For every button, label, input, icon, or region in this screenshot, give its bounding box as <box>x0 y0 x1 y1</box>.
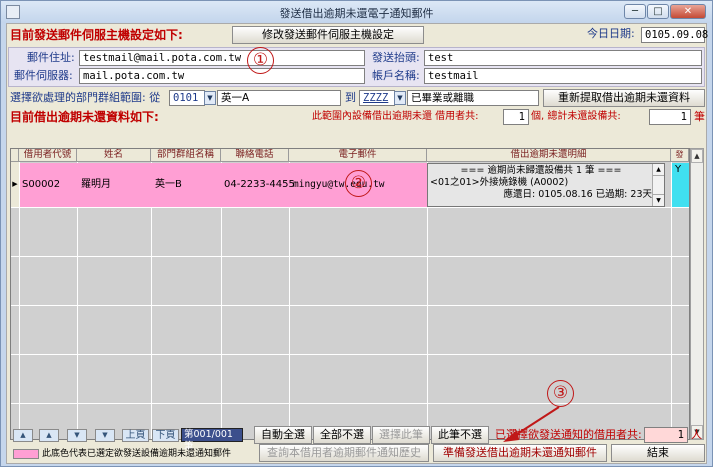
server-label: 郵件伺服器: <box>14 69 73 82</box>
window-title: 發送借出逾期未還電子通知郵件 <box>279 7 434 20</box>
server-field: mail.pota.com.tw <box>79 68 365 84</box>
minimize-button[interactable]: ─ <box>624 4 646 19</box>
cell-send: Y <box>675 164 682 175</box>
col-phone: 聯絡電話 <box>221 149 289 162</box>
skip-this-button[interactable]: 此筆不選 <box>431 426 489 444</box>
summary-prefix: 此範圍內設備借出逾期未還 借用者共: <box>312 111 479 122</box>
list-section-title: 目前借出逾期未還資料如下: <box>10 110 159 124</box>
from-dropdown-icon[interactable]: ▼ <box>204 91 216 105</box>
server-section-title: 目前發送郵件伺服主機設定如下: <box>10 28 183 42</box>
nav-last-button[interactable]: ▼ <box>95 429 115 442</box>
selected-count-field: 1 <box>644 427 688 443</box>
account-field: testmail <box>424 68 702 84</box>
deselect-all-button[interactable]: 全部不選 <box>313 426 371 444</box>
refresh-overdue-button[interactable]: 重新提取借出逾期未還資料 <box>543 89 705 107</box>
range-to-code[interactable]: ZZZZ <box>359 90 395 106</box>
range-label: 選擇欲處理的部門群組範圍: 從 <box>10 91 161 104</box>
col-detail: 借出逾期未還明細 <box>427 149 671 162</box>
col-email: 電子郵件 <box>289 149 427 162</box>
page-indicator: 第001/001筆 <box>181 428 243 452</box>
detail-scrollbar[interactable]: ▲ ▼ <box>652 164 664 206</box>
detail-line-1: === 逾期尚未歸還設備共 1 筆 === <box>460 165 622 176</box>
maximize-button[interactable]: □ <box>647 4 669 19</box>
cell-phone: 04-2233-4455 <box>224 179 295 190</box>
range-to-label: 到 <box>345 91 356 104</box>
detail-line-2: <01之01>外接燒錄機 (A0002) <box>430 177 569 188</box>
scroll-up-icon[interactable]: ▲ <box>653 164 664 176</box>
col-group: 部門群組名稱 <box>151 149 221 162</box>
grid-vertical-scrollbar[interactable]: ▲ ▼ <box>690 148 704 440</box>
app-window: 發送借出逾期未還電子通知郵件 ─ □ ✕ 目前發送郵件伺服主機設定如下: 修改發… <box>0 0 713 467</box>
annotation-marker-2: ② <box>345 170 372 197</box>
close-window-button[interactable]: ✕ <box>670 4 706 19</box>
current-row-indicator: ▶ <box>11 162 19 207</box>
nav-next-button[interactable]: ▼ <box>67 429 87 442</box>
today-label: 今日日期: <box>587 27 635 40</box>
select-this-button[interactable]: 選擇此筆 <box>372 426 430 444</box>
title-bar: 發送借出逾期未還電子通知郵件 ─ □ ✕ <box>1 1 712 23</box>
cell-borrower-id: S00002 <box>22 179 61 190</box>
detail-memo[interactable]: === 逾期尚未歸還設備共 1 筆 === <01之01>外接燒錄機 (A000… <box>427 163 665 207</box>
item-count-field: 1 <box>649 109 691 125</box>
col-borrower-id: 借用者代號 <box>19 149 77 162</box>
range-from-code[interactable]: 0101 <box>169 90 205 106</box>
col-name: 姓名 <box>77 149 151 162</box>
borrower-count-field: 1 <box>503 109 529 125</box>
email-field: testmail@mail.pota.com.tw <box>79 50 365 66</box>
cell-name: 羅明月 <box>81 179 111 190</box>
next-page-button[interactable]: 下頁 <box>152 429 179 442</box>
summary-mid: 個, 總計未還設備共: <box>531 111 621 122</box>
summary-unit: 筆 <box>694 110 705 123</box>
email-label: 郵件住址: <box>27 51 75 64</box>
prev-page-button[interactable]: 上頁 <box>122 429 149 442</box>
client-area: 目前發送郵件伺服主機設定如下: 修改發送郵件伺服主機設定 今日日期: 0105.… <box>6 23 708 464</box>
range-to-name: 已畢業或離職 <box>407 90 539 106</box>
scroll-down-icon[interactable]: ▼ <box>653 194 664 206</box>
modify-server-button[interactable]: 修改發送郵件伺服主機設定 <box>232 26 424 44</box>
auto-select-all-button[interactable]: 自動全選 <box>254 426 312 444</box>
legend-text: 此底色代表已選定欲發送設備逾期未還通知郵件 <box>42 449 232 459</box>
legend-swatch <box>13 449 39 459</box>
annotation-marker-3: ③ <box>547 380 574 407</box>
prepare-send-button[interactable]: 準備發送借出逾期未還通知郵件 <box>433 444 607 462</box>
account-label: 帳戶名稱: <box>372 69 420 82</box>
col-send: 發(Y) <box>671 149 689 171</box>
cell-group: 英一B <box>155 179 182 190</box>
range-from-name: 英一A <box>217 90 341 106</box>
exit-button[interactable]: 結束 <box>611 444 705 462</box>
server-settings-panel: 郵件住址: testmail@mail.pota.com.tw 郵件伺服器: m… <box>8 47 705 87</box>
annotation-marker-1: ① <box>247 47 274 74</box>
row-selector-header <box>11 149 19 162</box>
today-date-field: 0105.09.08 <box>641 27 708 43</box>
annotation-arrow-icon <box>503 406 560 442</box>
sender-label: 發送抬頭: <box>372 51 420 64</box>
sender-field: test <box>424 50 702 66</box>
selected-unit: 人 <box>691 428 702 441</box>
detail-line-3: 應還日: 0105.08.16 已過期: 23天 <box>503 189 652 200</box>
scroll-up-icon[interactable]: ▲ <box>691 149 703 163</box>
to-dropdown-icon[interactable]: ▼ <box>394 91 406 105</box>
nav-prev-page-button[interactable]: ▲ <box>39 429 59 442</box>
nav-first-button[interactable]: ▲ <box>13 429 33 442</box>
history-button[interactable]: 查詢本借用者逾期郵件通知歷史 <box>259 444 429 462</box>
